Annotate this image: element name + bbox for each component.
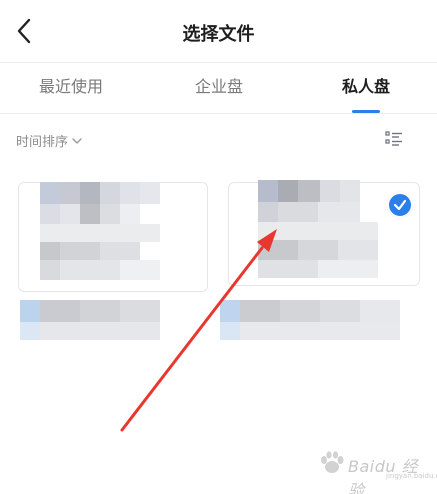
sort-bar: 时间排序 (0, 114, 437, 166)
blurred-file-thumbnail (220, 178, 400, 340)
baidu-jingyan-watermark: Baidu 经验 jingyan.baidu.com (318, 448, 437, 494)
watermark-url: jingyan.baidu.com (386, 472, 437, 480)
tab-bar: 最近使用 企业盘 私人盘 (0, 62, 437, 114)
blurred-file-thumbnail (20, 180, 180, 340)
page-title: 选择文件 (182, 24, 255, 45)
list-view-icon (385, 131, 402, 146)
sort-dropdown[interactable]: 时间排序 (16, 131, 82, 150)
list-view-toggle[interactable] (385, 130, 403, 148)
checkmark-icon (393, 199, 407, 211)
tab-recent[interactable]: 最近使用 (16, 63, 126, 113)
tab-private-drive[interactable]: 私人盘 (311, 63, 421, 113)
header: 选择文件 (0, 0, 437, 62)
active-tab-indicator (352, 110, 380, 113)
chevron-down-icon (72, 137, 82, 144)
paw-logo-icon (321, 451, 344, 473)
tab-enterprise-drive[interactable]: 企业盘 (164, 63, 274, 113)
selected-checkbox[interactable] (387, 192, 413, 218)
sort-label: 时间排序 (16, 135, 69, 150)
tab-private-drive-label: 私人盘 (341, 77, 390, 96)
